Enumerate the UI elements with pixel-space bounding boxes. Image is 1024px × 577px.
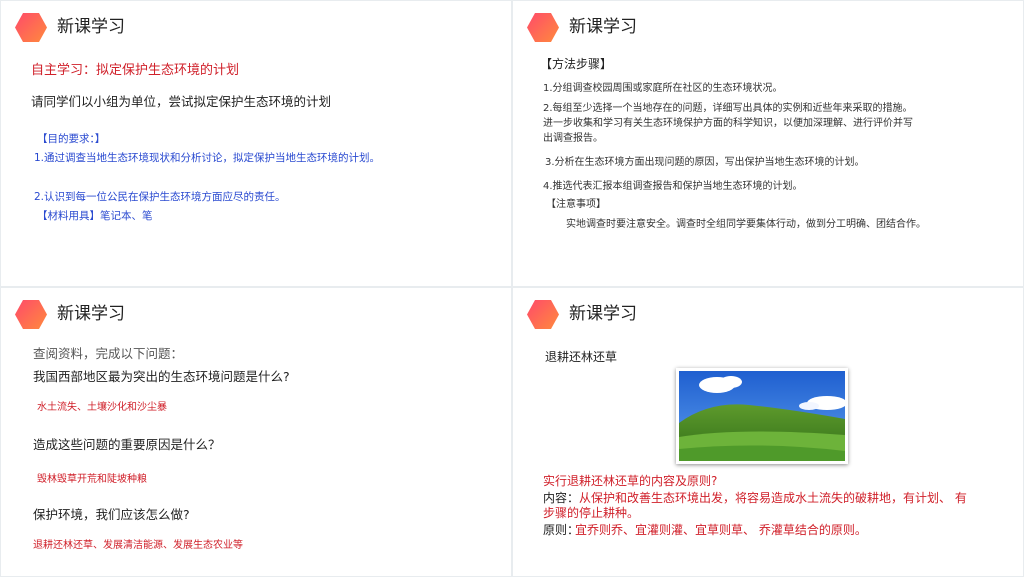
hexagon-icon: [15, 13, 47, 42]
step-2-end: 出调查报告。: [543, 133, 603, 144]
question-1: 我国西部地区最为突出的生态环境问题是什么?: [33, 369, 290, 384]
step-2-continued: 进一步收集和学习有关生态环境保护方面的科学知识，以便加深理解、进行评价并写: [543, 118, 913, 129]
notes-label: 【注意事项】: [546, 199, 606, 210]
step-1: 1.分组调查校园周围或家庭所在社区的生态环境状况。: [543, 83, 783, 94]
slide-method-steps: 新课学习 【方法步骤】 1.分组调查校园周围或家庭所在社区的生态环境状况。 2.…: [513, 1, 1023, 286]
slide-research-questions: 新课学习 查阅资料，完成以下问题： 我国西部地区最为突出的生态环境问题是什么? …: [1, 288, 511, 576]
goal-item-1: 1.通过调查当地生态环境现状和分析讨论，拟定保护当地生态环境的计划。: [34, 152, 381, 164]
answer-3: 退耕还林还草、发展清洁能源、发展生态农业等: [33, 540, 243, 551]
slide-title: 新课学习: [57, 17, 125, 37]
step-4: 4.推选代表汇报本组调查报告和保护当地生态环境的计划。: [543, 181, 803, 192]
step-3: 3.分析在生态环境方面出现问题的原因，写出保护当地生态环境的计划。: [545, 157, 865, 168]
principle-text: 宜乔则乔、宜灌则灌、宜草则草、 乔灌草结合的原则。: [575, 523, 867, 537]
section-heading: 自主学习：拟定保护生态环境的计划: [31, 63, 240, 78]
question-2: 造成这些问题的重要原因是什么？: [33, 437, 221, 452]
principle-label: 原则：: [543, 523, 580, 537]
topic-heading: 退耕还林还草: [545, 350, 618, 364]
slide-title: 新课学习: [57, 304, 125, 324]
materials-text: 【材料用具】笔记本、笔: [37, 210, 153, 222]
hexagon-icon: [527, 300, 559, 329]
question-3: 保护环境，我们应该怎么做?: [33, 507, 190, 522]
slide-return-farmland: 新课学习 退耕还林还草 实行退耕还林还草的内容及原则? 内容： 从保护和改善生态…: [513, 288, 1023, 576]
hexagon-icon: [15, 300, 47, 329]
goal-item-2: 2.认识到每一位公民在保护生态环境方面应尽的责任。: [34, 191, 286, 203]
landscape-photo: [676, 368, 848, 464]
answer-1: 水土流失、土壤沙化和沙尘暴: [37, 402, 167, 413]
question-text: 实行退耕还林还草的内容及原则?: [543, 474, 718, 488]
answer-2: 毁林毁草开荒和陡坡种粮: [37, 474, 147, 485]
slide-self-study: 新课学习 自主学习：拟定保护生态环境的计划 请同学们以小组为单位，尝试拟定保护生…: [1, 1, 511, 286]
content-text-continued: 步骤的停止耕种。: [543, 506, 640, 520]
intro-text: 查阅资料，完成以下问题：: [33, 346, 184, 361]
step-2: 2.每组至少选择一个当地存在的问题，详细写出具体的实例和近些年来采取的措施。: [543, 103, 913, 114]
slide-title: 新课学习: [569, 304, 637, 324]
goal-label: 【目的要求：】: [37, 133, 106, 145]
notes-text: 实地调查时要注意安全。调查时全组同学要集体行动，做到分工明确、团结合作。: [566, 219, 926, 230]
steps-heading: 【方法步骤】: [540, 57, 613, 71]
green-hills-image: [679, 371, 845, 461]
hexagon-icon: [527, 13, 559, 42]
slide-title: 新课学习: [569, 17, 637, 37]
intro-text: 请同学们以小组为单位，尝试拟定保护生态环境的计划: [31, 94, 332, 109]
